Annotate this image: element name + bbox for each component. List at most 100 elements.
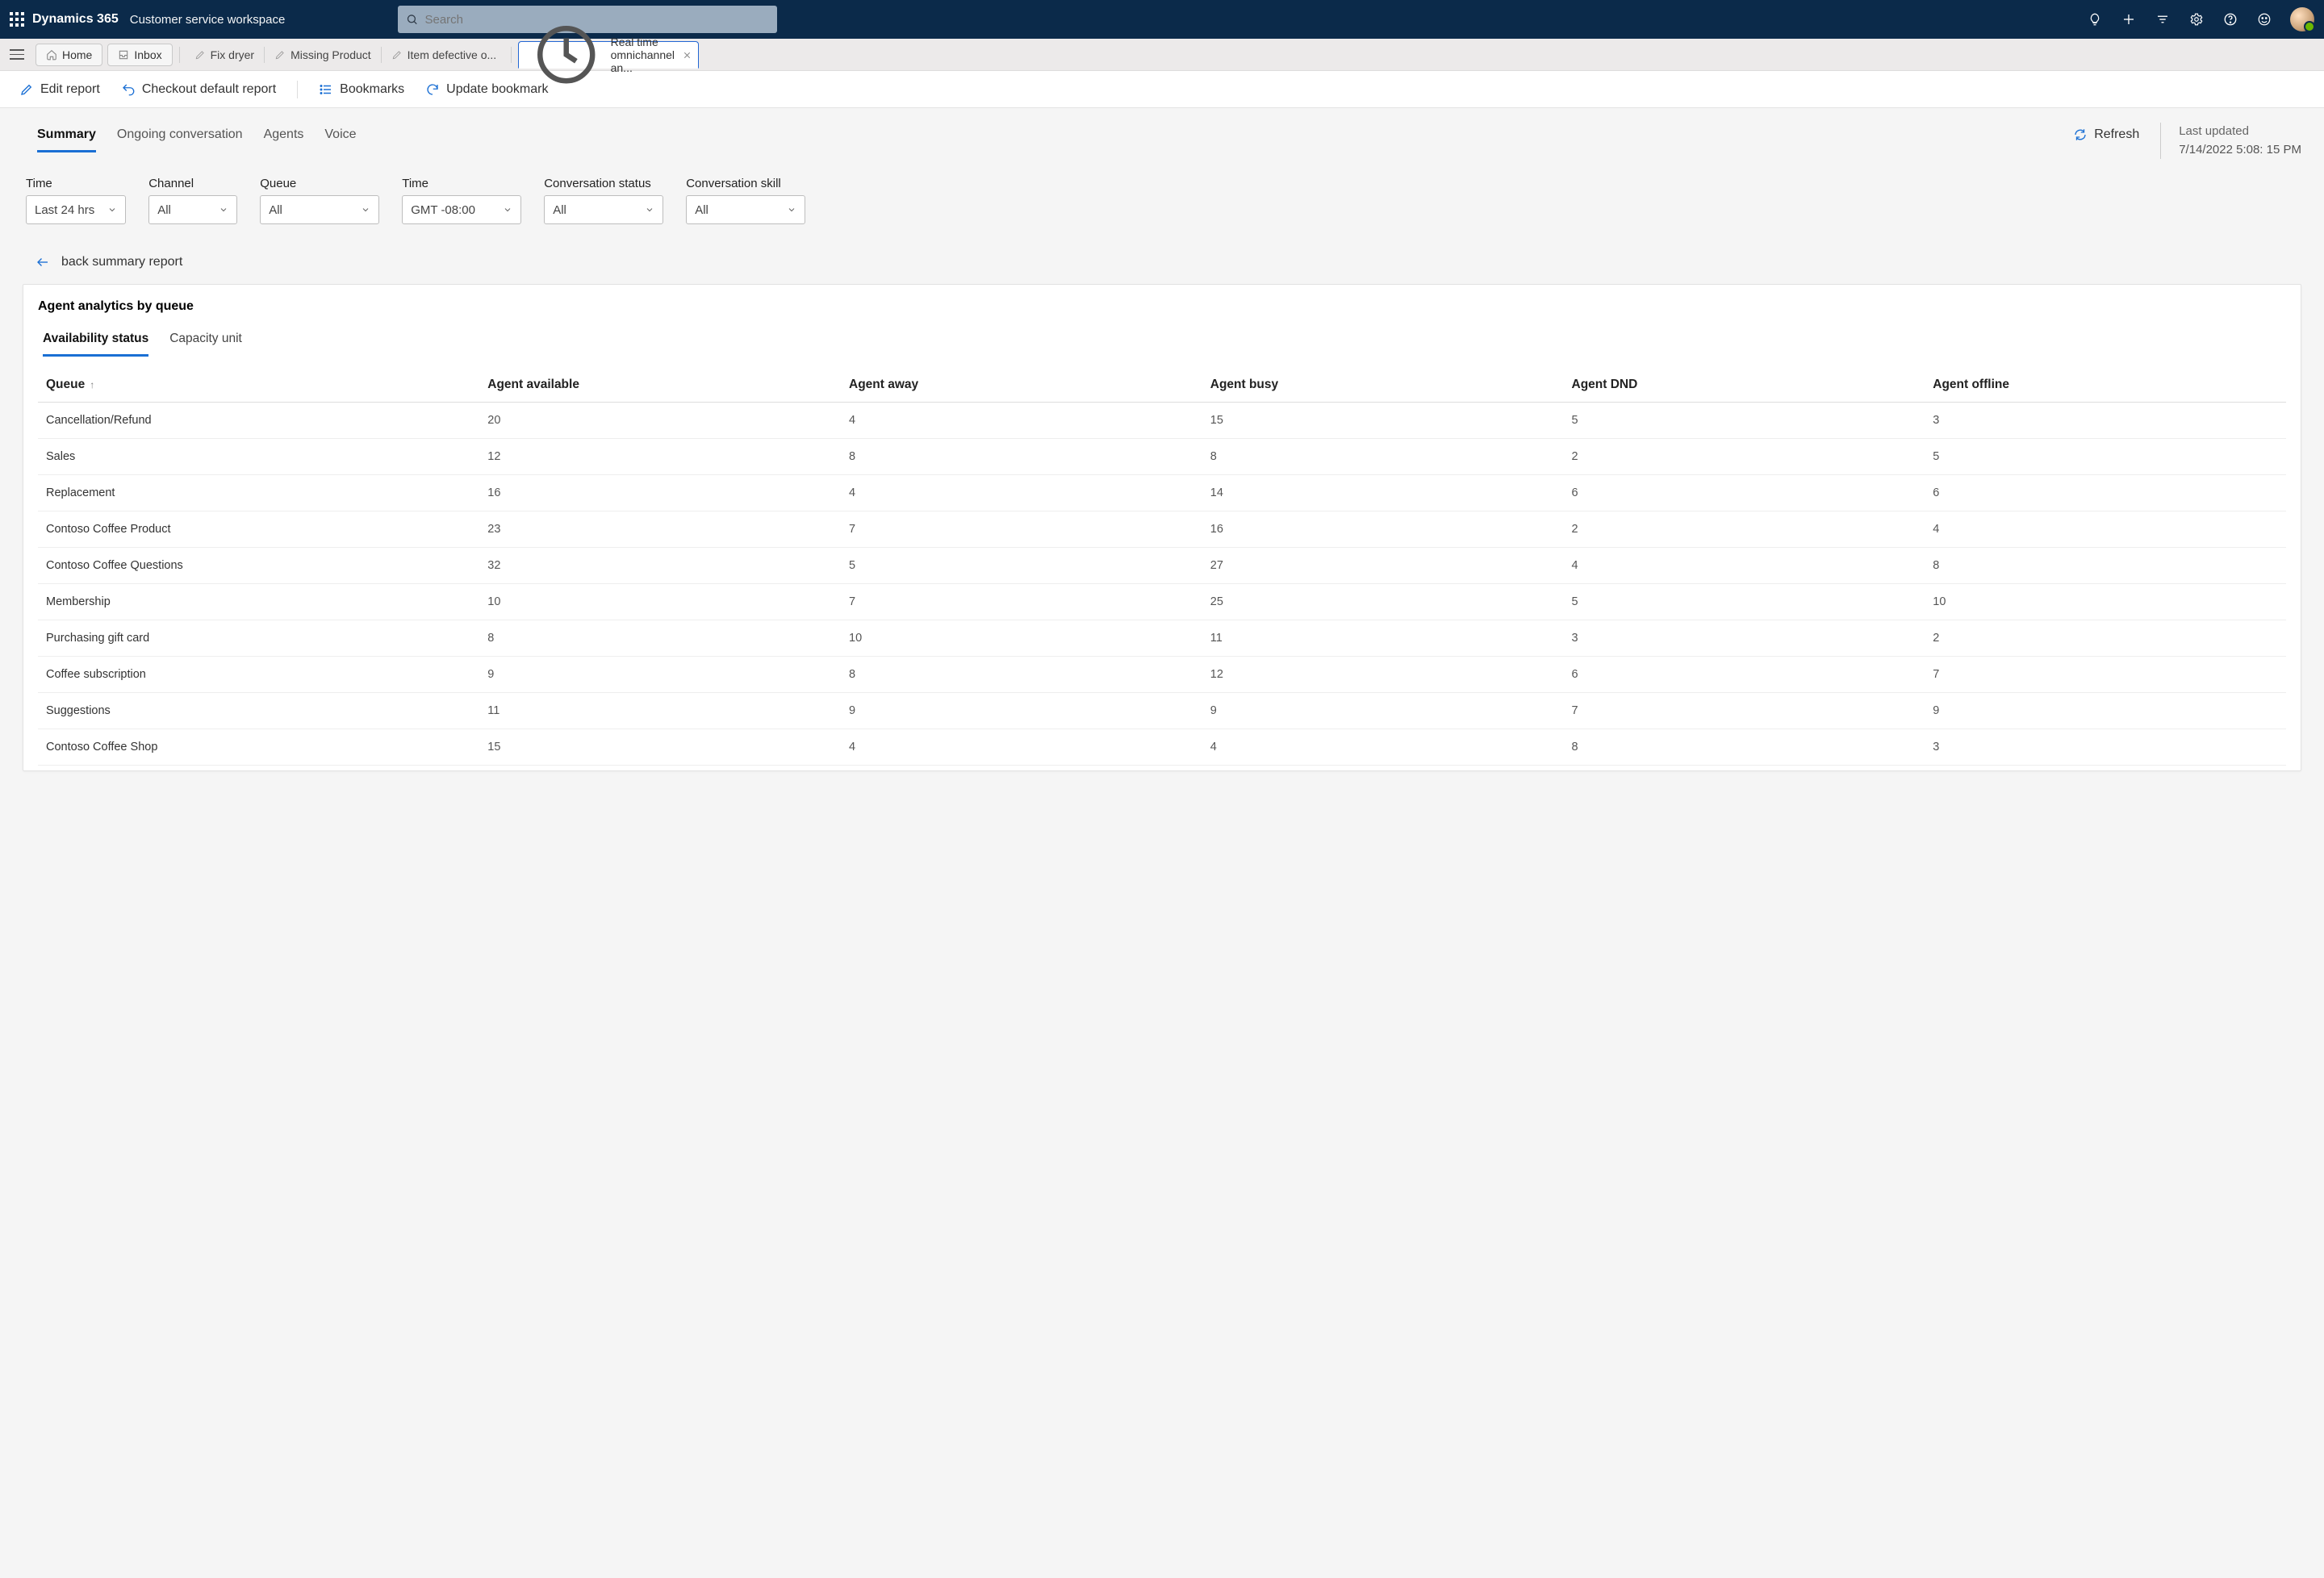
filter-time-dropdown[interactable]: GMT -08:00 — [402, 195, 521, 224]
agent-analytics-card: Agent analytics by queue Availability st… — [23, 284, 2301, 771]
refresh-icon — [2073, 127, 2088, 142]
back-link[interactable]: back summary report — [36, 255, 2301, 269]
cell-busy: 15 — [1202, 403, 1564, 439]
dropdown-value: All — [269, 203, 282, 217]
view-tab-summary[interactable]: Summary — [37, 123, 96, 152]
tab-item[interactable]: Fix dryer — [186, 39, 262, 71]
subtab-capacity-unit[interactable]: Capacity unit — [169, 328, 242, 357]
app-header: Dynamics 365 Customer service workspace — [0, 0, 2324, 39]
cell-busy: 9 — [1202, 693, 1564, 729]
cell-dnd: 5 — [1564, 584, 1925, 620]
col-agent-busy[interactable]: Agent busy — [1202, 368, 1564, 403]
tab-active[interactable]: Real time omnichannel an... — [518, 41, 699, 69]
tab-home[interactable]: Home — [36, 44, 102, 66]
cell-queue: Contoso Coffee Shop — [38, 729, 479, 766]
cell-busy: 12 — [1202, 657, 1564, 693]
chevron-down-icon — [787, 205, 796, 215]
table-row[interactable]: Coffee subscription981267 — [38, 657, 2286, 693]
table-row[interactable]: Contoso Coffee Product2371624 — [38, 511, 2286, 548]
tab-item[interactable]: Missing Product — [266, 39, 379, 71]
user-avatar[interactable] — [2290, 7, 2314, 31]
col-agent-available[interactable]: Agent available — [479, 368, 841, 403]
view-tab-agents[interactable]: Agents — [264, 123, 304, 152]
cell-offline: 8 — [1925, 548, 2286, 584]
agent-table: Queue↑Agent availableAgent awayAgent bus… — [38, 368, 2286, 766]
cell-available: 20 — [479, 403, 841, 439]
refresh-button[interactable]: Refresh — [2073, 127, 2139, 142]
plus-icon[interactable] — [2121, 11, 2137, 27]
undo-icon — [121, 82, 136, 97]
col-agent-dnd[interactable]: Agent DND — [1564, 368, 1925, 403]
app-launcher-icon[interactable] — [10, 12, 24, 27]
filter-label: Channel — [148, 177, 237, 190]
close-icon — [683, 51, 692, 60]
filter-queue-dropdown[interactable]: All — [260, 195, 379, 224]
cell-dnd: 6 — [1564, 475, 1925, 511]
help-icon[interactable] — [2222, 11, 2238, 27]
table-row[interactable]: Suggestions119979 — [38, 693, 2286, 729]
cell-dnd: 8 — [1564, 729, 1925, 766]
col-agent-away[interactable]: Agent away — [841, 368, 1202, 403]
filter-icon[interactable] — [2155, 11, 2171, 27]
subtab-availability-status[interactable]: Availability status — [43, 328, 148, 357]
chevron-down-icon — [645, 205, 654, 215]
tab-item[interactable]: Item defective o... — [383, 39, 505, 71]
tab-home-label: Home — [62, 48, 92, 61]
cell-queue: Contoso Coffee Questions — [38, 548, 479, 584]
table-row[interactable]: Contoso Coffee Shop154483 — [38, 729, 2286, 766]
cell-queue: Coffee subscription — [38, 657, 479, 693]
emoji-icon[interactable] — [2256, 11, 2272, 27]
view-tab-voice[interactable]: Voice — [324, 123, 356, 152]
tab-close-button[interactable] — [683, 48, 692, 62]
filter-time-dropdown[interactable]: Last 24 hrs — [26, 195, 126, 224]
lightbulb-icon[interactable] — [2087, 11, 2103, 27]
tab-inbox[interactable]: Inbox — [107, 44, 172, 66]
cell-away: 8 — [841, 657, 1202, 693]
bookmarks-label: Bookmarks — [340, 82, 404, 97]
brand-name: Dynamics 365 — [32, 12, 119, 27]
menu-icon[interactable] — [6, 44, 27, 65]
view-tab-ongoing-conversation[interactable]: Ongoing conversation — [117, 123, 243, 152]
tab-active-label: Real time omnichannel an... — [611, 35, 678, 74]
col-agent-offline[interactable]: Agent offline — [1925, 368, 2286, 403]
table-row[interactable]: Purchasing gift card8101132 — [38, 620, 2286, 657]
bookmarks-button[interactable]: Bookmarks — [319, 82, 404, 97]
chevron-down-icon — [219, 205, 228, 215]
filter-conversation-skill-dropdown[interactable]: All — [686, 195, 805, 224]
cell-dnd: 2 — [1564, 511, 1925, 548]
tab-item-label: Item defective o... — [408, 48, 497, 61]
col-queue[interactable]: Queue↑ — [38, 368, 479, 403]
cell-away: 4 — [841, 475, 1202, 511]
cell-queue: Contoso Coffee Product — [38, 511, 479, 548]
filter-label: Time — [26, 177, 126, 190]
table-row[interactable]: Cancellation/Refund2041553 — [38, 403, 2286, 439]
cell-available: 15 — [479, 729, 841, 766]
cell-offline: 9 — [1925, 693, 2286, 729]
last-updated-value: 7/14/2022 5:08: 15 PM — [2179, 141, 2301, 160]
checkout-report-label: Checkout default report — [142, 82, 276, 97]
back-link-label: back summary report — [61, 255, 182, 269]
chevron-down-icon — [503, 205, 512, 215]
cell-available: 8 — [479, 620, 841, 657]
filter-conversation-status-dropdown[interactable]: All — [544, 195, 663, 224]
cell-away: 10 — [841, 620, 1202, 657]
report-toolbar: Edit report Checkout default report Book… — [0, 71, 2324, 108]
pencil-icon — [274, 49, 286, 61]
filter-label: Time — [402, 177, 521, 190]
gear-icon[interactable] — [2188, 11, 2205, 27]
update-bookmark-button[interactable]: Update bookmark — [425, 82, 548, 97]
table-row[interactable]: Contoso Coffee Questions3252748 — [38, 548, 2286, 584]
cell-offline: 6 — [1925, 475, 2286, 511]
cell-offline: 3 — [1925, 729, 2286, 766]
edit-report-button[interactable]: Edit report — [19, 82, 100, 97]
filter-channel-dropdown[interactable]: All — [148, 195, 237, 224]
checkout-report-button[interactable]: Checkout default report — [121, 82, 276, 97]
workspace-name: Customer service workspace — [130, 13, 286, 27]
view-tabs: Summary Ongoing conversation Agents Voice — [37, 123, 357, 152]
cell-away: 4 — [841, 403, 1202, 439]
table-row[interactable]: Replacement1641466 — [38, 475, 2286, 511]
dropdown-value: GMT -08:00 — [411, 203, 475, 217]
table-row[interactable]: Membership10725510 — [38, 584, 2286, 620]
cell-offline: 10 — [1925, 584, 2286, 620]
table-row[interactable]: Sales128825 — [38, 439, 2286, 475]
